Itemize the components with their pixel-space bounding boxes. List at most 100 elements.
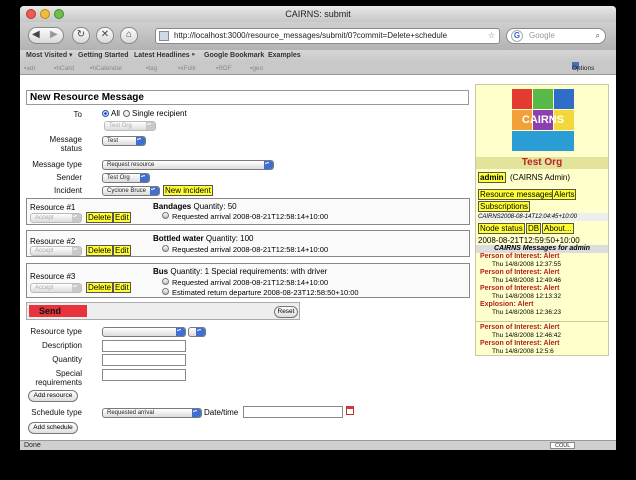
reload-button[interactable]: ↻ <box>72 27 90 44</box>
org-name: Test Org <box>476 157 608 169</box>
back-arrow-icon[interactable]: ◀ <box>32 28 40 42</box>
search-box[interactable]: G Google ⌕ <box>506 28 606 44</box>
edit-resource-button[interactable]: Edit <box>113 245 131 256</box>
special-requirements-input[interactable] <box>102 369 186 381</box>
quantity-input[interactable] <box>102 354 186 366</box>
nav-resource-messages[interactable]: Resource messages <box>478 189 555 200</box>
forward-arrow-icon[interactable]: ▶ <box>50 28 58 42</box>
message-title[interactable]: Person of Interest: Alert <box>480 340 559 348</box>
message-date: Thu 14/8/2008 12:13:32 <box>492 293 562 300</box>
home-button[interactable]: ⌂ <box>120 27 138 44</box>
incident-select[interactable]: Cyclone Bruce <box>102 186 160 196</box>
bookmark-latest-headlines[interactable]: Latest Headlines ⁍ <box>134 50 195 62</box>
accept-select[interactable]: Accept <box>30 246 82 256</box>
bookmarks-bar: Most Visited ▾ Getting Started Latest He… <box>20 50 616 62</box>
schedule-text: Requested arrival 2008-08-21T12:58:14+10… <box>172 245 329 254</box>
ext-item[interactable]: ▪ RDF <box>216 62 232 75</box>
delete-resource-button[interactable]: Delete <box>86 245 114 256</box>
reset-button[interactable]: Reset <box>274 306 298 318</box>
schedule-icon[interactable] <box>162 288 169 295</box>
page-content: New Resource Message To All Single recip… <box>20 76 616 440</box>
schedule-type-select[interactable]: Requested arrival <box>102 408 202 418</box>
description-input[interactable] <box>102 340 186 352</box>
user-name-badge[interactable]: admin <box>478 172 506 183</box>
message-title[interactable]: Person of Interest: Alert <box>480 269 559 277</box>
resource-type-label: Resource type <box>30 327 82 336</box>
message-title[interactable]: Person of Interest: Alert <box>480 285 559 293</box>
message-date: Thu 14/8/2008 12:5:6 <box>492 348 554 355</box>
nav-node-status[interactable]: Node status <box>478 223 525 234</box>
accept-select[interactable]: Accept <box>30 213 82 223</box>
bookmark-most-visited[interactable]: Most Visited ▾ <box>26 50 73 62</box>
bookmark-examples[interactable]: Examples <box>268 50 301 62</box>
home-icon: ⌂ <box>125 29 133 40</box>
ext-item[interactable]: ▪ xFolk <box>178 62 196 75</box>
reload-icon: ↻ <box>76 29 86 40</box>
search-icon[interactable]: ⌕ <box>596 29 600 43</box>
add-resource-button[interactable]: Add resource <box>28 390 78 402</box>
calendar-icon[interactable] <box>346 406 354 415</box>
message-title[interactable]: Person of Interest: Alert <box>480 324 559 332</box>
resource-subtype-select[interactable] <box>188 327 206 337</box>
delete-resource-button[interactable]: Delete <box>86 282 114 293</box>
nav-subscriptions[interactable]: Subscriptions <box>478 201 531 212</box>
bookmark-getting-started[interactable]: Getting Started <box>78 50 129 62</box>
schedule-icon[interactable] <box>162 278 169 285</box>
ext-item[interactable]: ▪ adr <box>24 62 36 75</box>
window-title: CAIRNS: submit <box>285 9 351 19</box>
schedule-icon[interactable] <box>162 245 169 252</box>
ext-item[interactable]: ▪ tag <box>146 62 157 75</box>
stop-button[interactable]: ✕ <box>96 27 114 44</box>
datetime-input[interactable] <box>243 406 343 418</box>
nav-alerts[interactable]: Alerts <box>552 189 577 200</box>
to-all-radio[interactable] <box>102 110 109 117</box>
url-bar[interactable]: http://localhost:3000/resource_messages/… <box>155 28 500 44</box>
current-timestamp: 2008-08-21T12:59:50+10:00 <box>478 236 580 245</box>
ext-item[interactable]: ▪ hCalendar <box>90 62 122 75</box>
resource-title: Resource #1 <box>30 203 76 212</box>
resource-type-select[interactable] <box>102 327 186 337</box>
bookmark-star-icon[interactable]: ☆ <box>488 29 495 43</box>
sidebar-continued: Person of Interest: Alert Thu 14/8/2008 … <box>475 322 609 356</box>
message-status-select[interactable]: Test <box>102 136 146 146</box>
add-schedule-button[interactable]: Add schedule <box>28 422 78 434</box>
edit-resource-button[interactable]: Edit <box>113 282 131 293</box>
resource-box-1: Resource #1 Accept Delete Edit Bandages … <box>26 198 470 225</box>
message-type-label: Message type <box>32 160 82 169</box>
edit-resource-button[interactable]: Edit <box>113 212 131 223</box>
schedule-icon[interactable] <box>162 212 169 219</box>
user-role: (CAIRNS Admin) <box>510 173 571 182</box>
status-badge[interactable]: COUL <box>550 442 576 449</box>
page-title: New Resource Message <box>26 90 469 105</box>
nav-db[interactable]: DB <box>526 223 542 234</box>
back-forward-group: ◀ ▶ <box>28 27 64 44</box>
resource-box-2: Resource #2 Accept Delete Edit Bottled w… <box>26 230 470 257</box>
title-bar: CAIRNS: submit <box>20 6 616 22</box>
minimize-window-button[interactable] <box>40 9 50 19</box>
message-date: Thu 14/8/2008 12:36:23 <box>492 309 562 316</box>
new-incident-button[interactable]: New incident <box>163 185 213 196</box>
message-date: Thu 14/8/2008 12:37:55 <box>492 261 562 268</box>
recipient-select[interactable]: Test Org <box>104 121 156 131</box>
status-bar: Done COUL <box>20 440 616 450</box>
search-placeholder: Google <box>529 31 555 40</box>
message-date: Thu 14/8/2008 12:46:42 <box>492 332 562 339</box>
send-button[interactable]: Send <box>29 305 87 317</box>
ext-item[interactable]: ▪ hCard <box>54 62 74 75</box>
message-type-select[interactable]: Request resource <box>102 160 274 170</box>
ext-item[interactable]: ▪ geo <box>250 62 263 75</box>
nav-about[interactable]: About... <box>542 223 574 234</box>
site-favicon-icon <box>159 31 169 41</box>
delete-resource-button[interactable]: Delete <box>86 212 114 223</box>
sender-select[interactable]: Test Org <box>102 173 150 183</box>
sync-status: CAIRNS2008-08-14T12:04:45+10:00 <box>478 213 608 221</box>
to-label: To <box>73 110 82 119</box>
accept-select[interactable]: Accept <box>30 283 82 293</box>
bookmark-google[interactable]: Google Bookmark <box>204 50 264 62</box>
to-single-radio[interactable] <box>123 110 130 117</box>
zoom-window-button[interactable] <box>54 9 64 19</box>
message-title[interactable]: Person of Interest: Alert <box>480 253 559 261</box>
schedule-type-label: Schedule type <box>31 408 82 417</box>
close-window-button[interactable] <box>26 9 36 19</box>
message-title[interactable]: Explosion: Alert <box>480 301 533 309</box>
